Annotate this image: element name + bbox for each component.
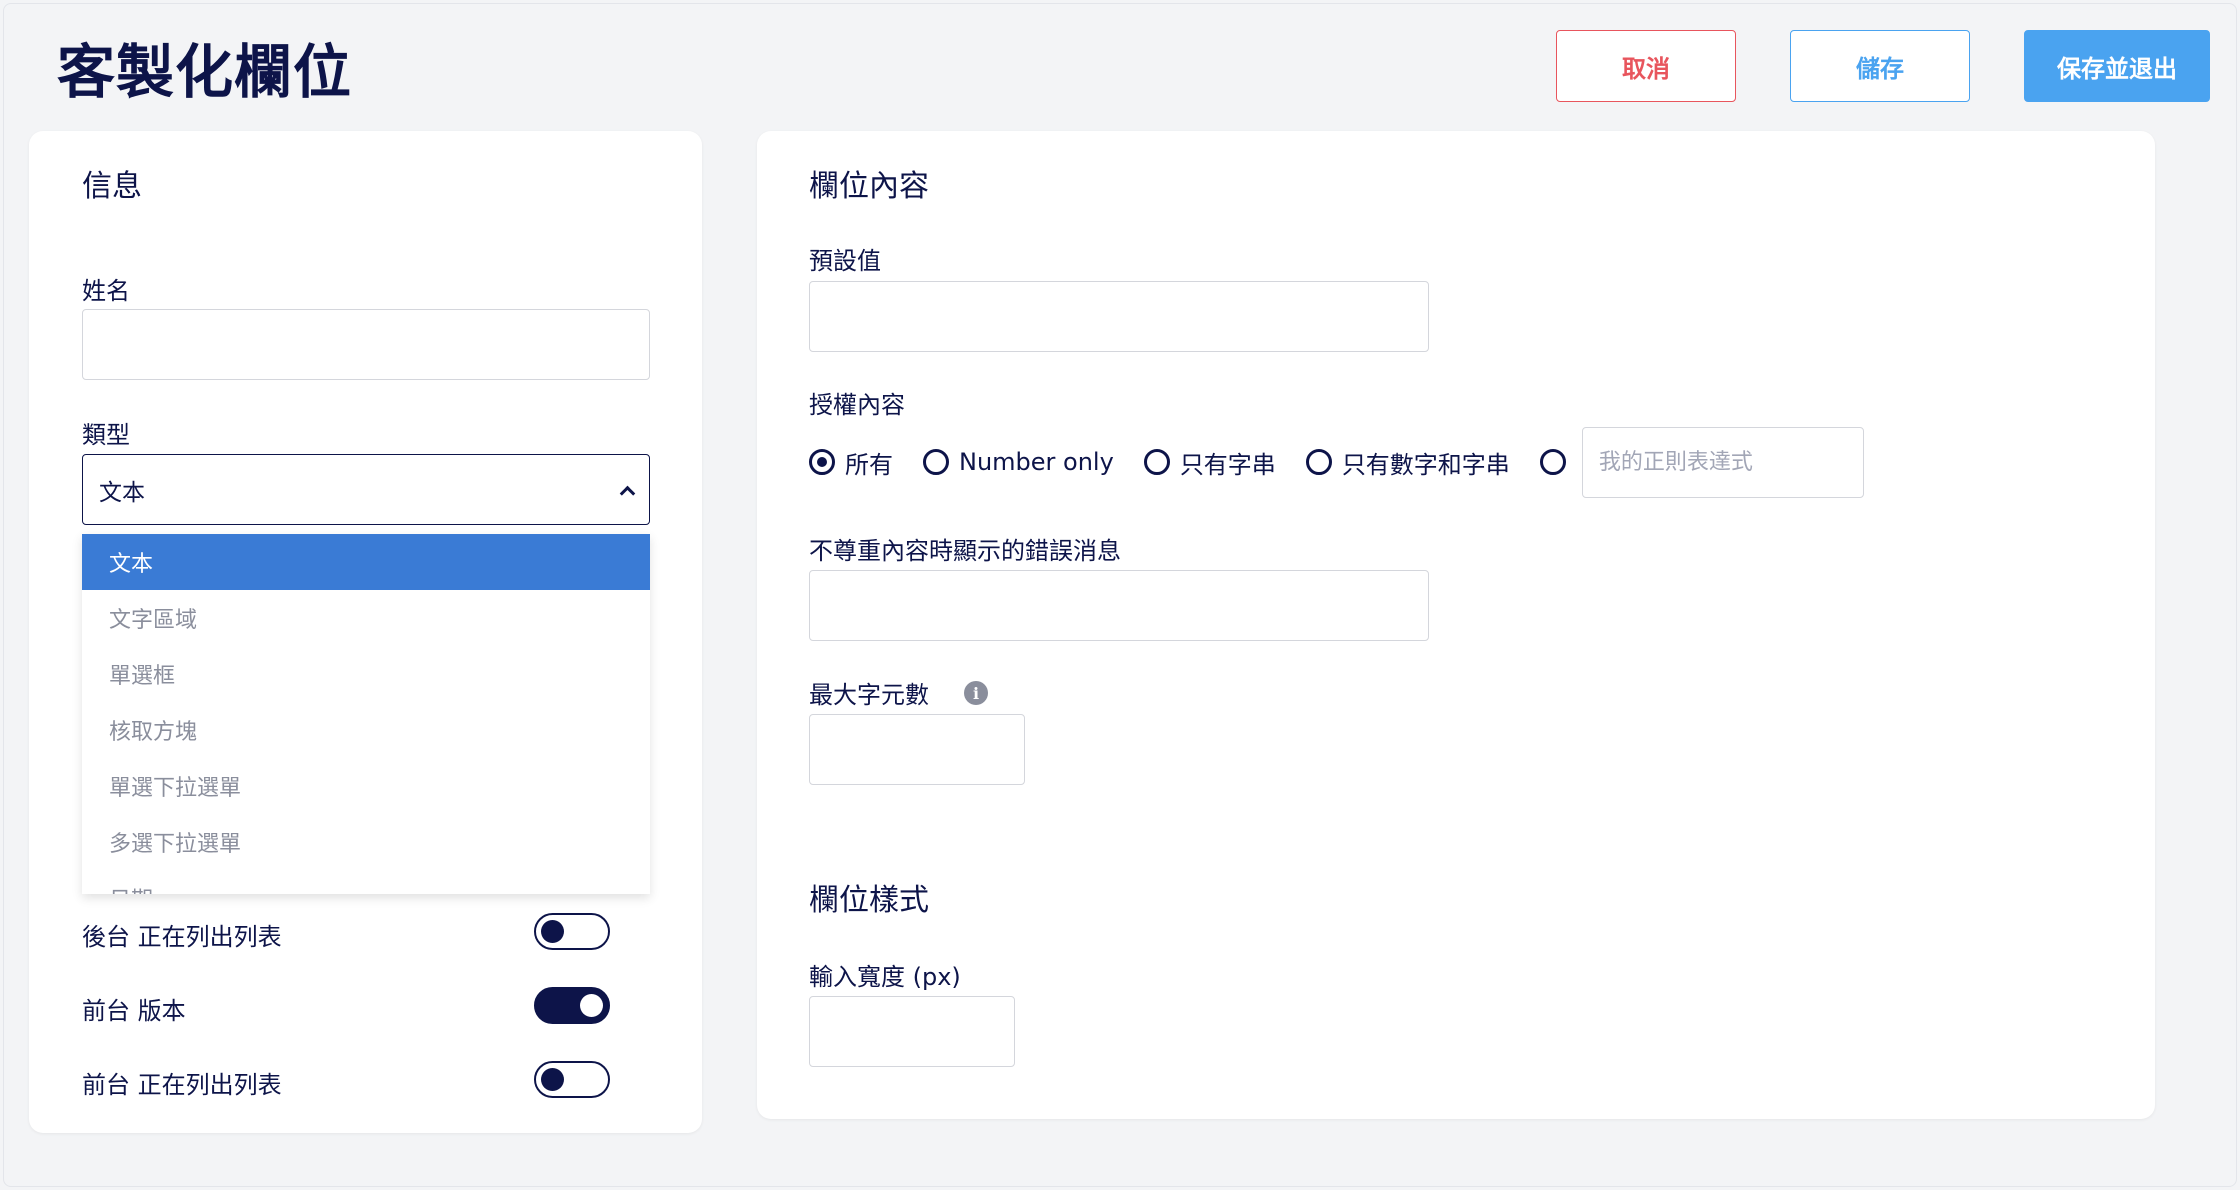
- toggle-row-frontend-list: 前台 正在列出列表: [82, 1061, 650, 1101]
- type-option-single-select[interactable]: 單選下拉選單: [82, 758, 650, 814]
- type-option-date[interactable]: 日期: [82, 870, 650, 894]
- field-content-card: 欄位內容 預設值 授權內容 所有 Number only 只有字串 只有數字和字…: [757, 131, 2155, 1119]
- default-value-input[interactable]: [809, 281, 1429, 352]
- toggle-knob: [541, 1068, 564, 1091]
- radio-label: 只有字串: [1179, 450, 1276, 479]
- type-label: 類型: [82, 421, 130, 449]
- type-option-text[interactable]: 文本: [82, 534, 650, 590]
- max-chars-input[interactable]: [809, 714, 1025, 785]
- type-select-value: 文本: [99, 479, 145, 506]
- page-title: 客製化欄位: [57, 38, 353, 106]
- toggle-label: 前台 正在列出列表: [82, 1071, 282, 1099]
- input-width-label: 輸入寬度 (px): [809, 963, 961, 991]
- type-select[interactable]: 文本: [82, 454, 650, 525]
- save-button[interactable]: 儲存: [1790, 30, 1970, 102]
- error-message-input[interactable]: [809, 570, 1429, 641]
- chevron-up-icon: [619, 483, 633, 497]
- toggle-knob: [541, 920, 564, 943]
- toggle-row-backend-list: 後台 正在列出列表: [82, 913, 650, 953]
- default-value-label: 預設值: [809, 247, 881, 275]
- toggle-label: 後台 正在列出列表: [82, 923, 282, 951]
- type-option-textarea[interactable]: 文字區域: [82, 590, 650, 646]
- info-icon[interactable]: i: [964, 681, 988, 705]
- allowed-content-radio-group: 所有 Number only 只有字串 只有數字和字串: [809, 426, 1864, 498]
- frontend-list-toggle[interactable]: [534, 1061, 610, 1098]
- radio-button[interactable]: [923, 449, 949, 475]
- radio-alphanumeric[interactable]: 只有數字和字串: [1305, 445, 1510, 480]
- type-option-radio[interactable]: 單選框: [82, 646, 650, 702]
- toggle-knob: [580, 994, 603, 1017]
- radio-label: 只有數字和字串: [1341, 450, 1510, 479]
- radio-label: Number only: [959, 448, 1114, 476]
- type-option-multi-select[interactable]: 多選下拉選單: [82, 814, 650, 870]
- radio-number-only[interactable]: Number only: [923, 448, 1114, 476]
- toggle-label: 前台 版本: [82, 997, 186, 1025]
- field-content-title: 欄位內容: [809, 169, 929, 204]
- max-chars-label: 最大字元數: [809, 681, 929, 709]
- info-card: 信息 姓名 類型 文本 文本 文字區域 單選框 核取方塊 單選下拉選單 多選下拉…: [29, 131, 702, 1133]
- backend-list-toggle[interactable]: [534, 913, 610, 950]
- field-style-title: 欄位樣式: [809, 883, 929, 918]
- radio-regex[interactable]: [1539, 449, 1576, 475]
- error-message-label: 不尊重內容時顯示的錯誤消息: [809, 537, 1121, 565]
- type-option-checkbox[interactable]: 核取方塊: [82, 702, 650, 758]
- allowed-content-label: 授權內容: [809, 391, 905, 419]
- regex-input[interactable]: [1581, 426, 1864, 498]
- name-label: 姓名: [82, 277, 130, 305]
- radio-button[interactable]: [1143, 449, 1170, 475]
- name-input[interactable]: [82, 309, 650, 380]
- type-dropdown-menu: 文本 文字區域 單選框 核取方塊 單選下拉選單 多選下拉選單 日期: [82, 534, 650, 894]
- frontend-version-toggle[interactable]: [534, 987, 610, 1024]
- radio-button[interactable]: [1305, 449, 1332, 475]
- radio-string-only[interactable]: 只有字串: [1143, 445, 1276, 480]
- radio-button[interactable]: [809, 449, 835, 475]
- toggle-row-frontend-version: 前台 版本: [82, 987, 650, 1027]
- radio-all[interactable]: 所有: [809, 445, 893, 480]
- input-width-input[interactable]: [809, 996, 1015, 1067]
- info-section-title: 信息: [82, 169, 142, 204]
- radio-label: 所有: [845, 450, 893, 479]
- cancel-button[interactable]: 取消: [1556, 30, 1736, 102]
- save-and-exit-button[interactable]: 保存並退出: [2024, 30, 2210, 102]
- radio-button[interactable]: [1539, 449, 1566, 475]
